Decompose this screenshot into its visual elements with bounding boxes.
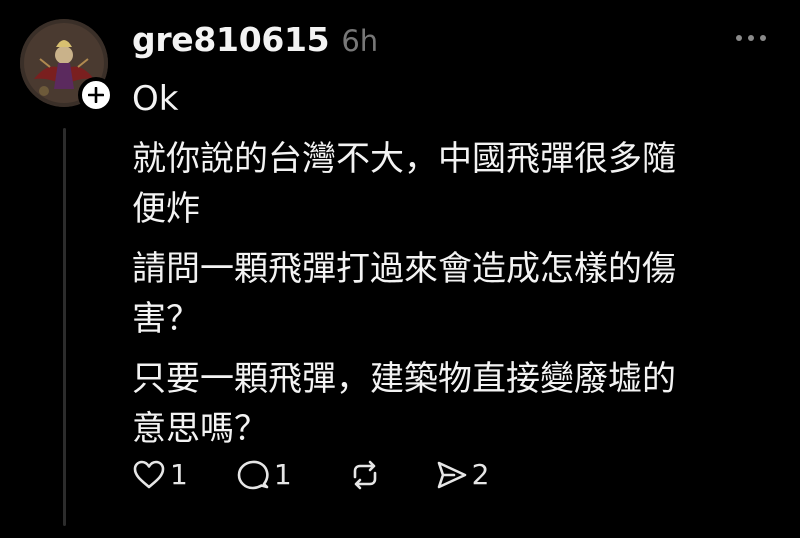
repost-icon — [353, 460, 376, 489]
follow-button[interactable] — [78, 77, 114, 113]
like-count: 1 — [170, 458, 188, 491]
comment-icon — [237, 460, 269, 489]
heart-icon — [133, 460, 165, 488]
post-text-line: 就你說的台灣不大，中國飛彈很多隨 — [132, 139, 676, 179]
send-icon — [437, 461, 466, 488]
username[interactable]: gre810615 — [132, 20, 330, 59]
post-text-line: 便炸 — [132, 189, 200, 229]
post-text-line: 害？ — [132, 299, 200, 339]
reply-button[interactable]: 1 — [236, 458, 292, 491]
plus-icon — [88, 87, 104, 103]
post-body: Ok 就你說的台灣不大，中國飛彈很多隨 便炸 請問一顆飛彈打過來會造成怎樣的傷 … — [132, 74, 772, 454]
share-button[interactable]: 2 — [434, 458, 490, 491]
like-button[interactable]: 1 — [132, 458, 188, 491]
repost-button[interactable] — [348, 459, 382, 491]
post-text-line: 請問一顆飛彈打過來會造成怎樣的傷 — [132, 249, 676, 289]
timestamp: 6h — [341, 24, 379, 58]
post-header: gre810615 6h — [132, 20, 378, 64]
action-bar: 1 1 2 — [132, 458, 489, 491]
share-count: 2 — [471, 458, 490, 491]
thread-line — [63, 128, 66, 526]
reply-count: 1 — [273, 458, 292, 491]
post-text-line: Ok — [132, 79, 179, 119]
more-button[interactable] — [733, 28, 769, 48]
post-text-line: 只要一顆飛彈，建築物直接變廢墟的 — [132, 359, 676, 399]
more-horizontal-icon — [736, 35, 766, 41]
post-text-line: 意思嗎？ — [132, 409, 268, 449]
